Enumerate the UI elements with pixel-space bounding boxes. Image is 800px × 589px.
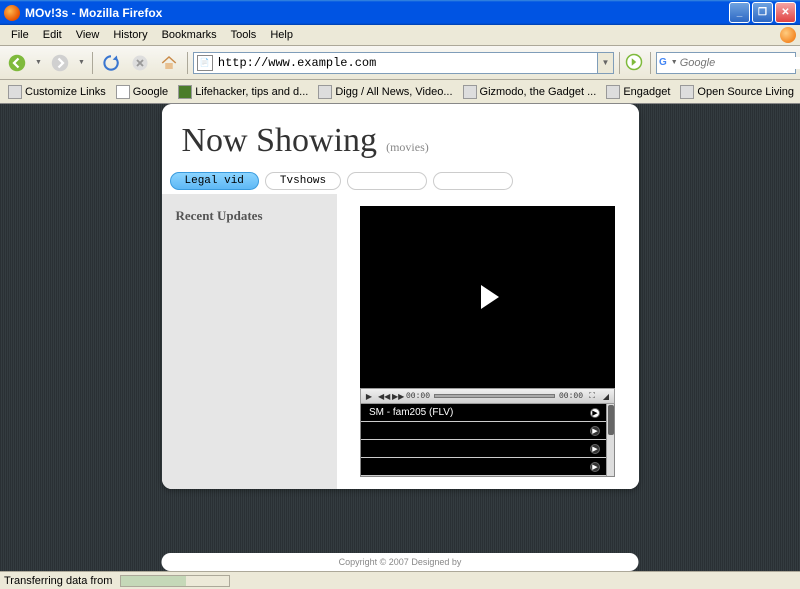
url-input[interactable]	[216, 54, 597, 72]
go-button[interactable]	[625, 53, 645, 73]
playlist: SM - fam205 (FLV)▶ SM - fam206 (FLV)▶ SM…	[360, 404, 615, 477]
page-header: Now Showing (movies)	[162, 104, 639, 168]
play-indicator-icon: ▶	[590, 462, 600, 472]
play-pause-button[interactable]: ▶	[364, 392, 374, 401]
bookmark-engadget[interactable]: Engadget	[602, 83, 674, 101]
tab-legal-vid[interactable]: Legal vid	[170, 172, 259, 190]
time-total: 00:00	[559, 392, 583, 401]
menu-history[interactable]: History	[106, 27, 154, 43]
fullscreen-button[interactable]: ⛶	[587, 391, 597, 401]
prev-button[interactable]: ◀◀	[378, 392, 388, 401]
menu-bar: File Edit View History Bookmarks Tools H…	[0, 25, 800, 46]
page-footer: Copyright © 2007 Designed by	[162, 553, 639, 571]
menu-help[interactable]: Help	[263, 27, 300, 43]
menu-tools[interactable]: Tools	[224, 27, 264, 43]
menu-view[interactable]: View	[69, 27, 107, 43]
volume-button[interactable]: ◢	[601, 392, 611, 401]
sidebar: Recent Updates	[162, 194, 337, 489]
forward-dropdown[interactable]: ▼	[76, 59, 87, 66]
main-column: ▶ ◀◀ ▶▶ 00:00 00:00 ⛶ ◢	[337, 194, 639, 489]
content-viewport: Now Showing (movies) Legal vid Tvshows R…	[0, 104, 800, 571]
menu-bookmarks[interactable]: Bookmarks	[155, 27, 224, 43]
bookmark-opensource[interactable]: Open Source Living	[676, 83, 798, 101]
window-titlebar: MOv!3s - Mozilla Firefox _ ❐ ✕	[0, 0, 800, 25]
activity-icon	[780, 27, 796, 43]
play-indicator-icon: ▶	[590, 444, 600, 454]
page-card: Now Showing (movies) Legal vid Tvshows R…	[162, 104, 639, 489]
playlist-item[interactable]: SM - fam206 (FLV)▶	[361, 422, 614, 440]
page-title: Now Showing	[182, 122, 378, 159]
search-box[interactable]: G ▼	[656, 52, 796, 74]
maximize-button[interactable]: ❐	[752, 2, 773, 23]
video-stage[interactable]	[360, 206, 615, 388]
page-subtitle: (movies)	[386, 140, 429, 154]
reload-button[interactable]	[98, 50, 124, 76]
menu-edit[interactable]: Edit	[36, 27, 69, 43]
back-dropdown[interactable]: ▼	[33, 59, 44, 66]
tab-empty-2[interactable]	[433, 172, 513, 190]
seek-bar[interactable]	[434, 394, 555, 398]
url-bar[interactable]: 📄 ▼	[193, 52, 614, 74]
bookmark-lifehacker[interactable]: Lifehacker, tips and d...	[174, 83, 312, 101]
stop-button[interactable]	[127, 50, 153, 76]
window-title: MOv!3s - Mozilla Firefox	[25, 6, 729, 20]
play-indicator-icon: ▶	[590, 426, 600, 436]
status-text: Transferring data from	[4, 575, 112, 587]
time-elapsed: 00:00	[406, 392, 430, 401]
playlist-item[interactable]: SM - fam205 (FLV)▶	[361, 404, 614, 422]
player-controls: ▶ ◀◀ ▶▶ 00:00 00:00 ⛶ ◢	[360, 388, 615, 404]
play-indicator-icon: ▶	[590, 408, 600, 418]
status-bar: Transferring data from	[0, 571, 800, 589]
tabs-row: Legal vid Tvshows	[162, 172, 639, 190]
google-icon: G	[659, 55, 667, 71]
playlist-item[interactable]: SM - fam207 (FLV)▶	[361, 440, 614, 458]
minimize-button[interactable]: _	[729, 2, 750, 23]
bookmark-google[interactable]: Google	[112, 83, 172, 101]
playlist-scrollbar[interactable]	[606, 404, 614, 476]
page-icon: 📄	[197, 55, 213, 71]
home-button[interactable]	[156, 50, 182, 76]
nav-toolbar: ▼ ▼ 📄 ▼ G ▼	[0, 46, 800, 80]
play-icon[interactable]	[481, 285, 499, 309]
playlist-item[interactable]: SM - fam208 (FLV)▶	[361, 458, 614, 476]
sidebar-heading: Recent Updates	[176, 208, 323, 224]
back-button[interactable]	[4, 50, 30, 76]
firefox-icon	[4, 5, 20, 21]
bookmarks-bar: Customize Links Google Lifehacker, tips …	[0, 80, 800, 104]
search-engine-dropdown[interactable]: ▼	[669, 59, 680, 66]
close-button[interactable]: ✕	[775, 2, 796, 23]
progress-bar	[120, 575, 230, 587]
bookmark-customize[interactable]: Customize Links	[4, 83, 110, 101]
bookmark-gizmodo[interactable]: Gizmodo, the Gadget ...	[459, 83, 601, 101]
video-player: ▶ ◀◀ ▶▶ 00:00 00:00 ⛶ ◢	[360, 206, 615, 477]
menu-file[interactable]: File	[4, 27, 36, 43]
search-input[interactable]	[680, 57, 800, 69]
bookmark-digg[interactable]: Digg / All News, Video...	[314, 83, 456, 101]
url-dropdown[interactable]: ▼	[597, 53, 613, 73]
tab-empty-1[interactable]	[347, 172, 427, 190]
next-button[interactable]: ▶▶	[392, 392, 402, 401]
tab-tvshows[interactable]: Tvshows	[265, 172, 341, 190]
forward-button[interactable]	[47, 50, 73, 76]
